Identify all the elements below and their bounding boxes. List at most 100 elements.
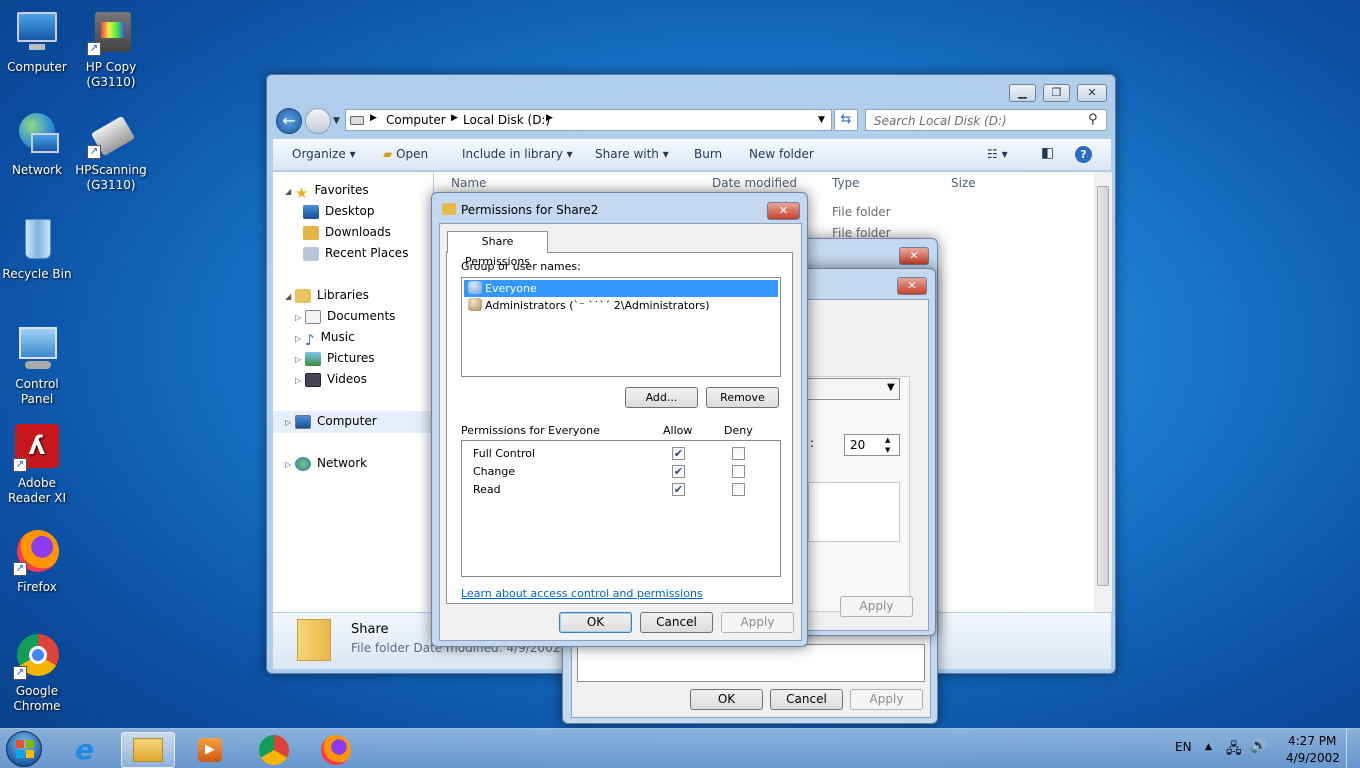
taskbar-internet-explorer[interactable]: e (62, 732, 116, 768)
breadcrumb-local-disk[interactable]: Local Disk (D:) (463, 113, 550, 127)
network-tray-icon[interactable]: 🖧 (1226, 738, 1242, 762)
taskbar-chrome[interactable] (247, 732, 301, 768)
folder-icon (442, 203, 456, 215)
start-button[interactable] (6, 731, 42, 767)
deny-checkbox[interactable] (732, 465, 745, 478)
remove-button[interactable]: Remove (706, 387, 779, 408)
minimize-button[interactable]: ▁ (1009, 84, 1036, 102)
expand-arrow-icon[interactable]: ◢ (285, 292, 291, 301)
open-button[interactable]: ▰ Open (383, 147, 428, 161)
deny-checkbox[interactable] (732, 447, 745, 460)
collapse-arrow-icon[interactable]: ▷ (295, 334, 301, 343)
nav-documents[interactable]: Documents (305, 309, 395, 324)
nav-computer[interactable]: Computer (295, 414, 377, 429)
nav-pictures[interactable]: Pictures (305, 351, 375, 366)
deny-checkbox[interactable] (732, 483, 745, 496)
comments-box[interactable] (808, 482, 900, 542)
allow-checkbox[interactable]: ✔ (672, 483, 685, 496)
nav-videos[interactable]: Videos (305, 372, 367, 387)
user-list-item[interactable]: Administrators (ˋ⁻ ˋ˙ˋˊ 2\Administrators… (464, 297, 778, 314)
collapse-arrow-icon[interactable]: ▷ (285, 460, 291, 469)
desktop-icon-firefox[interactable]: ↗ Firefox (1, 528, 73, 595)
apply-button[interactable]: Apply (721, 612, 794, 633)
collapse-arrow-icon[interactable]: ▷ (295, 313, 301, 322)
collapse-arrow-icon[interactable]: ▷ (295, 355, 301, 364)
desktop-icon-chrome[interactable]: ↗ Google Chrome (1, 632, 73, 714)
show-hidden-icons[interactable]: ▲ (1205, 742, 1212, 752)
desktop-icon-recycle-bin[interactable]: Recycle Bin (1, 215, 73, 282)
nav-music[interactable]: ♪ Music (305, 330, 355, 349)
help-icon[interactable]: ? (1075, 146, 1092, 163)
share-name-dropdown[interactable]: ▼ (800, 378, 900, 400)
desktop-icon-hp-copy[interactable]: ↗ HP Copy (G3110) (75, 8, 147, 90)
access-control-link[interactable]: Learn about access control and permissio… (461, 587, 703, 600)
address-dropdown-icon[interactable]: ▼ (818, 115, 825, 125)
change-view-icon[interactable]: ☷ ▾ (987, 147, 1008, 161)
organize-button[interactable]: Organize ▾ (292, 147, 356, 161)
nav-recent-places[interactable]: Recent Places (303, 246, 408, 261)
forward-button[interactable] (305, 108, 331, 134)
nav-libraries[interactable]: Libraries (295, 288, 369, 303)
user-limit-spinner[interactable]: 20 ▲ ▼ (844, 434, 900, 456)
scroll-thumb[interactable] (1097, 186, 1109, 586)
column-name[interactable]: Name (451, 176, 486, 190)
nav-network[interactable]: Network (295, 456, 367, 471)
address-bar[interactable]: ▶ Computer ▶ Local Disk (D:) ▶ ▼ (345, 109, 832, 131)
collapse-arrow-icon[interactable]: ▷ (295, 376, 301, 385)
expand-arrow-icon[interactable]: ◢ (285, 187, 291, 196)
allow-header: Allow (663, 424, 693, 437)
ok-button[interactable]: OK (690, 689, 763, 710)
desktop-icon-network[interactable]: Network (1, 111, 73, 178)
apply-button[interactable]: Apply (840, 596, 913, 617)
cancel-button[interactable]: Cancel (770, 689, 843, 710)
search-input[interactable]: Search Local Disk (D:) ⚲ (865, 109, 1107, 131)
desktop-icon-hpscanning[interactable]: ↗ HPScanning (G3110) (75, 111, 147, 193)
show-desktop-button[interactable] (1346, 729, 1360, 768)
breadcrumb-computer[interactable]: Computer (386, 113, 446, 127)
tab-panel: Group or user names: Everyone Administra… (446, 252, 793, 604)
column-date-modified[interactable]: Date modified (712, 176, 797, 190)
spinner-arrows-icon[interactable]: ▲ ▼ (885, 435, 890, 455)
close-button[interactable]: ✕ (899, 247, 929, 265)
column-type[interactable]: Type (832, 176, 860, 190)
language-indicator[interactable]: EN (1175, 740, 1192, 754)
column-size[interactable]: Size (951, 176, 976, 190)
allow-checkbox[interactable]: ✔ (672, 447, 685, 460)
clock-time[interactable]: 4:27 PM (1288, 734, 1336, 748)
add-button[interactable]: Add... (625, 387, 698, 408)
close-button[interactable]: ✕ (1077, 84, 1107, 102)
burn-button[interactable]: Burn (694, 147, 722, 161)
volume-icon[interactable]: 🔊 (1250, 738, 1267, 754)
desktop-icon-computer[interactable]: Computer (1, 8, 73, 75)
spinner-label: : (810, 436, 815, 450)
clock-date[interactable]: 4/9/2002 (1286, 751, 1340, 765)
cancel-button[interactable]: Cancel (640, 612, 713, 633)
tab-share-permissions[interactable]: Share Permissions (447, 231, 548, 268)
desktop-icon-control-panel[interactable]: Control Panel (1, 325, 73, 407)
search-icon[interactable]: ⚲ (1088, 112, 1098, 127)
close-button[interactable]: ✕ (897, 277, 927, 295)
close-button[interactable]: ✕ (767, 202, 800, 220)
share-with-button[interactable]: Share with ▾ (595, 147, 669, 161)
allow-checkbox[interactable]: ✔ (672, 465, 685, 478)
apply-button[interactable]: Apply (850, 689, 923, 710)
nav-desktop[interactable]: Desktop (303, 204, 375, 219)
preview-pane-icon[interactable]: ◧ (1041, 145, 1054, 161)
user-list-item-selected[interactable]: Everyone (464, 280, 778, 297)
include-in-library-button[interactable]: Include in library ▾ (462, 147, 573, 161)
ok-button[interactable]: OK (559, 612, 632, 633)
collapse-arrow-icon[interactable]: ▷ (285, 418, 291, 427)
taskbar-firefox[interactable] (309, 732, 363, 768)
desktop-icon-adobe-reader[interactable]: ʎ ↗ Adobe Reader XI (1, 424, 73, 506)
new-folder-button[interactable]: New folder (749, 147, 814, 161)
nav-favorites[interactable]: ★ Favorites (295, 183, 369, 202)
vertical-scrollbar[interactable] (1094, 172, 1112, 612)
refresh-button[interactable]: ⇆ (834, 109, 858, 131)
control-panel-icon (13, 325, 61, 373)
taskbar-media-player[interactable]: ▶ (183, 732, 237, 768)
recent-pages-dropdown-icon[interactable]: ▼ (333, 116, 340, 126)
maximize-button[interactable]: ❐ (1043, 84, 1070, 102)
back-button[interactable]: ← (276, 108, 302, 134)
taskbar-explorer[interactable] (121, 732, 175, 768)
nav-downloads[interactable]: Downloads (303, 225, 391, 240)
